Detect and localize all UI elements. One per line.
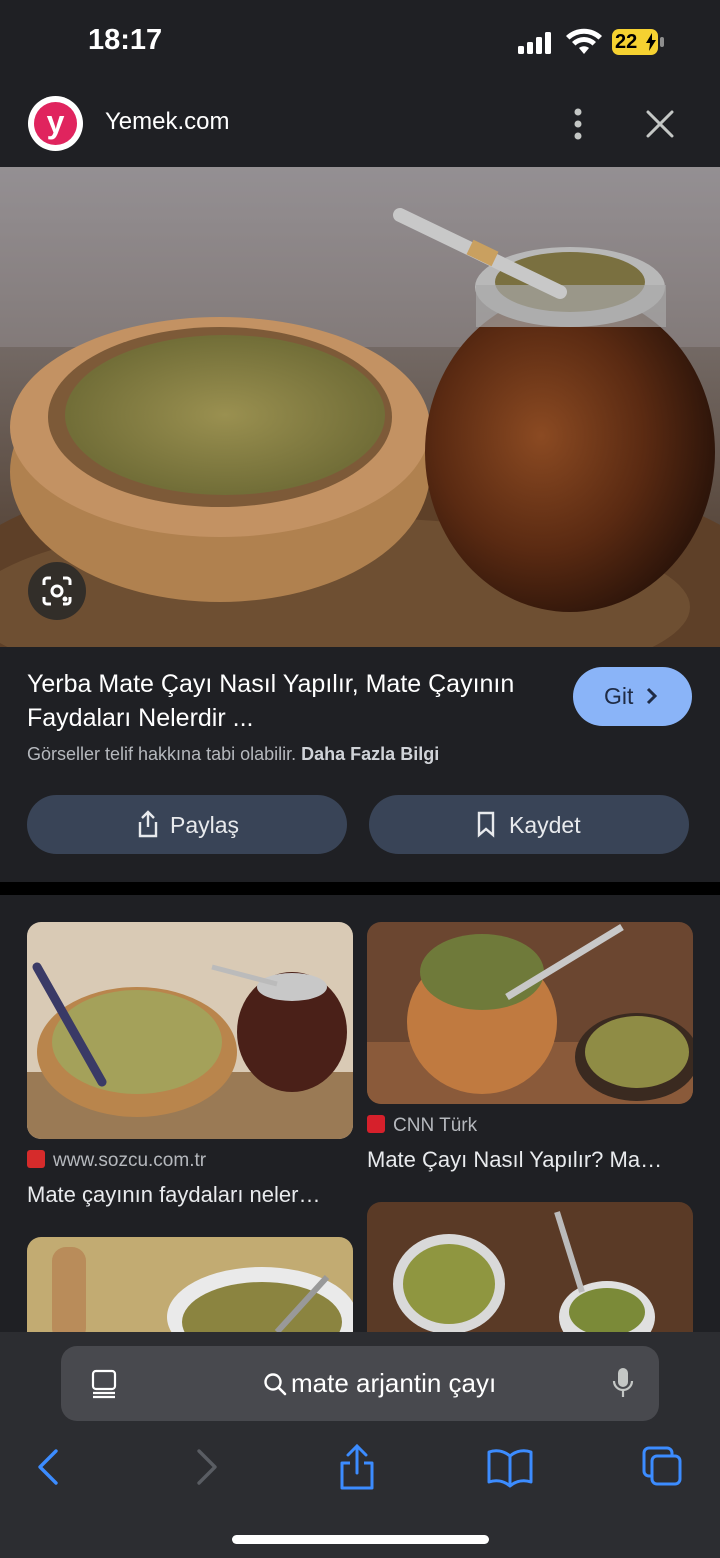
main-image[interactable]: [0, 167, 720, 647]
share-icon: [138, 810, 158, 838]
related-source: CNN Türk: [367, 1115, 477, 1137]
result-info-panel: Yerba Mate Çayı Nasıl Yapılır, Mate Çayı…: [0, 647, 720, 882]
lens-search-button[interactable]: [28, 562, 86, 620]
tabs-icon[interactable]: [638, 1442, 688, 1492]
copyright-note: Görseller telif hakkına tabi olabilir. D…: [27, 744, 439, 765]
save-label: Kaydet: [509, 812, 581, 838]
related-thumbnail[interactable]: [367, 1202, 693, 1332]
related-thumbnail[interactable]: [367, 922, 693, 1104]
nav-bar: [0, 1442, 720, 1512]
go-button-label: Git: [604, 683, 634, 709]
battery-icon: 22: [612, 29, 666, 56]
home-indicator: [232, 1535, 489, 1544]
forward-icon[interactable]: [180, 1442, 230, 1492]
browser-toolbar: mate arjantin çayı: [0, 1332, 720, 1558]
wifi-icon: [566, 28, 602, 54]
back-icon[interactable]: [25, 1442, 75, 1492]
chevron-right-icon: [646, 687, 658, 705]
related-images-grid: www.sozcu.com.tr Mate çayının faydaları …: [0, 895, 720, 1332]
related-source-text: CNN Türk: [393, 1115, 478, 1136]
related-source: www.sozcu.com.tr: [27, 1150, 206, 1172]
related-thumbnail[interactable]: [27, 1237, 353, 1332]
more-info-link[interactable]: Daha Fazla Bilgi: [301, 744, 439, 764]
search-query[interactable]: mate arjantin çayı: [263, 1368, 496, 1399]
address-bar[interactable]: mate arjantin çayı: [61, 1346, 659, 1421]
search-icon: [264, 1373, 287, 1396]
related-caption: Mate çayının faydaları neler…: [27, 1182, 321, 1207]
share-label: Paylaş: [170, 812, 240, 838]
related-caption: Mate Çayı Nasıl Yapılır? Ma…: [367, 1147, 663, 1172]
site-name[interactable]: Yemek.com: [105, 108, 230, 136]
sozcu-favicon-icon: [27, 1150, 45, 1168]
go-button[interactable]: Git: [573, 667, 692, 726]
viewer-header: y Yemek.com: [0, 86, 720, 168]
cnn-favicon-icon: [367, 1115, 385, 1133]
related-source-text: www.sozcu.com.tr: [53, 1150, 207, 1171]
site-logo[interactable]: y: [28, 96, 83, 151]
related-thumbnail[interactable]: [27, 922, 353, 1139]
yerba-mate-photo: [0, 167, 720, 647]
microphone-icon[interactable]: [611, 1366, 635, 1400]
share-button[interactable]: Paylaş: [27, 795, 347, 854]
lens-icon: [42, 576, 72, 606]
page-menu-icon[interactable]: [89, 1368, 119, 1400]
close-icon[interactable]: [640, 104, 680, 144]
status-bar: 18:17 22: [0, 0, 720, 86]
bookmarks-icon[interactable]: [485, 1442, 535, 1492]
battery-level: 22: [615, 31, 638, 53]
result-title[interactable]: Yerba Mate Çayı Nasıl Yapılır, Mate Çayı…: [27, 667, 537, 735]
section-divider: [0, 882, 720, 895]
cellular-signal-icon: [518, 32, 551, 54]
copyright-text: Görseller telif hakkına tabi olabilir.: [27, 744, 297, 764]
save-button[interactable]: Kaydet: [369, 795, 689, 854]
clock: 18:17: [88, 24, 163, 56]
site-logo-letter: y: [34, 102, 77, 145]
more-options-icon[interactable]: [560, 104, 596, 144]
share-icon[interactable]: [332, 1442, 382, 1492]
search-query-text: mate arjantin çayı: [291, 1368, 497, 1398]
bookmark-icon: [477, 811, 495, 838]
